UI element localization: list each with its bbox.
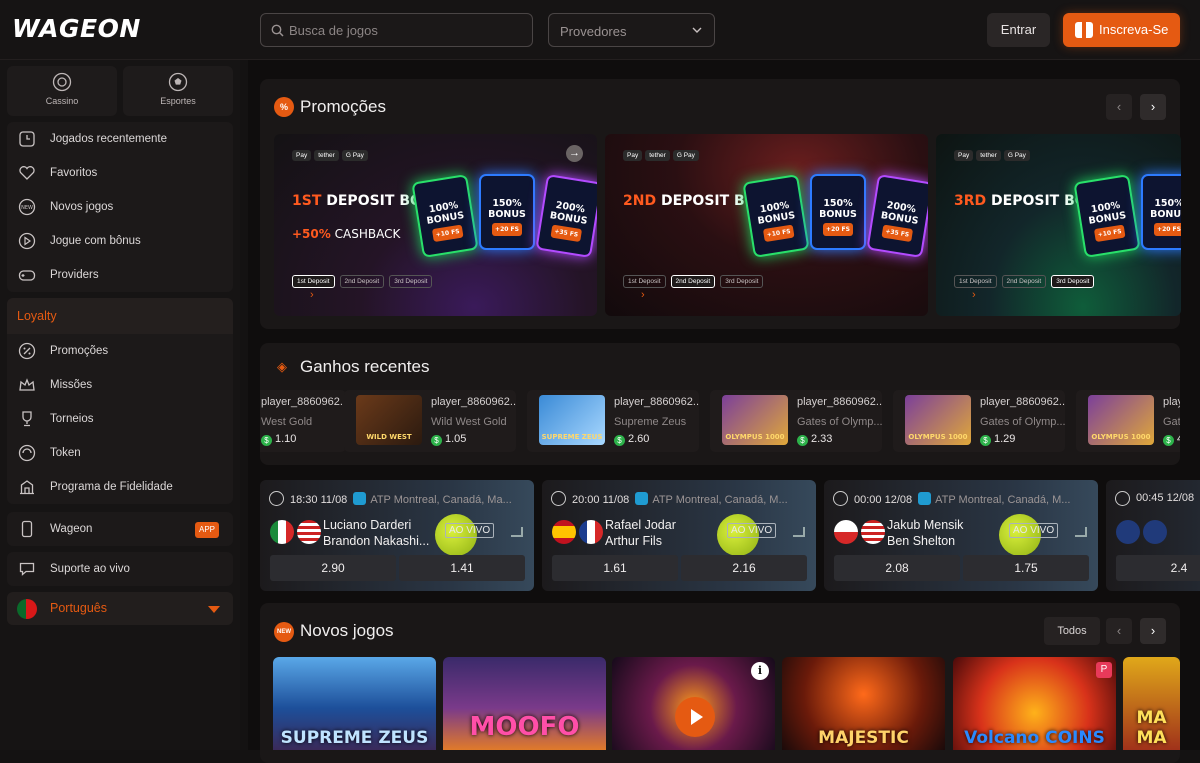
- search-icon: [271, 24, 284, 37]
- game-tile[interactable]: MA MA: [1123, 657, 1180, 750]
- new-badge-icon: NEW: [18, 198, 36, 216]
- crown-icon: [19, 378, 35, 391]
- chat-icon: [19, 562, 35, 576]
- sidebar-item-tournaments[interactable]: Torneios: [7, 402, 233, 436]
- sidebar-item-label: Suporte ao vivo: [50, 563, 130, 575]
- search-box[interactable]: [260, 13, 533, 47]
- sidebar-item-support[interactable]: Suporte ao vivo: [7, 552, 233, 586]
- play-circle-icon: [18, 232, 36, 250]
- percent-icon: [18, 342, 36, 360]
- game-title: SUPREME ZEUS: [280, 728, 429, 748]
- providers-label: Provedores: [560, 24, 627, 39]
- game-tile[interactable]: MAJESTIC: [782, 657, 945, 750]
- sidebar-item-token[interactable]: Token: [7, 436, 233, 470]
- sidebar-item-label: Promoções: [50, 345, 109, 357]
- soccer-ball-icon: [168, 72, 188, 92]
- history-icon: [19, 131, 35, 147]
- sidebar-tabs: Cassino Esportes: [7, 66, 233, 116]
- gift-icon: [1075, 22, 1093, 38]
- sidebar: Cassino Esportes Jogados recentemente Fa…: [0, 60, 240, 750]
- portugal-flag-icon: [17, 599, 37, 619]
- sidebar-item-providers[interactable]: Providers: [7, 258, 233, 292]
- language-select[interactable]: Português: [7, 592, 233, 625]
- casino-chip-icon: [52, 72, 72, 92]
- logo[interactable]: WAGEON: [12, 14, 141, 43]
- app-item[interactable]: Wageon APP: [7, 512, 233, 546]
- game-title: MAJESTIC: [818, 728, 909, 748]
- sidebar-item-app[interactable]: Wageon APP: [7, 512, 233, 546]
- game-tile[interactable]: i: [612, 657, 775, 750]
- new-games-list: SUPREME ZEUS MOOFO i MAJESTIC Volcano COINS P…: [273, 60, 1180, 750]
- smartphone-icon: [21, 520, 33, 538]
- loyalty-heading[interactable]: Loyalty: [7, 298, 233, 334]
- sidebar-item-label: Programa de Fidelidade: [50, 481, 173, 493]
- app-badge: APP: [195, 522, 220, 538]
- caret-down-icon: [208, 606, 220, 613]
- tab-sports-label: Esportes: [160, 96, 196, 106]
- tab-casino[interactable]: Cassino: [7, 66, 117, 116]
- building-icon: [20, 480, 34, 495]
- game-title: MOOFO: [469, 712, 580, 742]
- signup-label: Inscreva-Se: [1099, 22, 1169, 37]
- svg-text:NEW: NEW: [21, 205, 33, 211]
- sidebar-item-loyalty-program[interactable]: Programa de Fidelidade: [7, 470, 233, 504]
- sidebar-item-favorites[interactable]: Favoritos: [7, 156, 233, 190]
- language-label: Português: [50, 601, 107, 615]
- game-tile[interactable]: MOOFO: [443, 657, 606, 750]
- play-button-icon[interactable]: [675, 697, 715, 737]
- game-tile[interactable]: Volcano COINS P: [953, 657, 1116, 750]
- chevron-down-icon: [692, 27, 702, 33]
- login-button[interactable]: Entrar: [987, 13, 1050, 47]
- provider-badge-icon: P: [1096, 662, 1112, 678]
- sidebar-item-label: Token: [50, 447, 81, 459]
- search-input[interactable]: [289, 14, 529, 46]
- sidebar-item-label: Torneios: [50, 413, 94, 425]
- sidebar-item-bonus-play[interactable]: Jogue com bônus: [7, 224, 233, 258]
- main-content: % Promoções ‹ › Pay tether G Pay 1ST DEPOSI…: [248, 60, 1200, 763]
- signup-button[interactable]: Inscreva-Se: [1063, 13, 1180, 47]
- sidebar-item-label: Novos jogos: [50, 201, 114, 213]
- sidebar-nav: Jogados recentemente Favoritos NEW Novos…: [7, 122, 233, 292]
- top-bar: WAGEON Provedores Entrar Inscreva-Se: [0, 0, 1200, 60]
- play-triangle-icon: [691, 709, 703, 725]
- tab-sports[interactable]: Esportes: [123, 66, 233, 116]
- game-title: MA MA: [1136, 708, 1167, 748]
- info-icon[interactable]: i: [751, 662, 769, 680]
- sidebar-item-missions[interactable]: Missões: [7, 368, 233, 402]
- token-icon: [18, 444, 36, 462]
- sidebar-item-label: Favoritos: [50, 167, 98, 179]
- sidebar-item-label: Providers: [50, 269, 99, 281]
- game-tile[interactable]: SUPREME ZEUS: [273, 657, 436, 750]
- sidebar-item-label: Wageon: [50, 523, 93, 535]
- gamepad-icon: [18, 270, 36, 281]
- sidebar-item-promotions[interactable]: Promoções: [7, 334, 233, 368]
- trophy-icon: [22, 411, 32, 427]
- sidebar-item-label: Jogue com bônus: [50, 235, 141, 247]
- tab-casino-label: Cassino: [45, 96, 79, 106]
- providers-select[interactable]: Provedores: [548, 13, 715, 47]
- sidebar-item-new-games[interactable]: NEW Novos jogos: [7, 190, 233, 224]
- heart-icon: [19, 166, 35, 180]
- sidebar-item-recent[interactable]: Jogados recentemente: [7, 122, 233, 156]
- game-title: Volcano COINS: [964, 728, 1105, 748]
- loyalty-group: Loyalty Promoções Missões Torneios Token…: [7, 298, 233, 504]
- sidebar-item-label: Missões: [50, 379, 93, 391]
- sidebar-item-label: Jogados recentemente: [50, 133, 167, 145]
- support-item[interactable]: Suporte ao vivo: [7, 552, 233, 586]
